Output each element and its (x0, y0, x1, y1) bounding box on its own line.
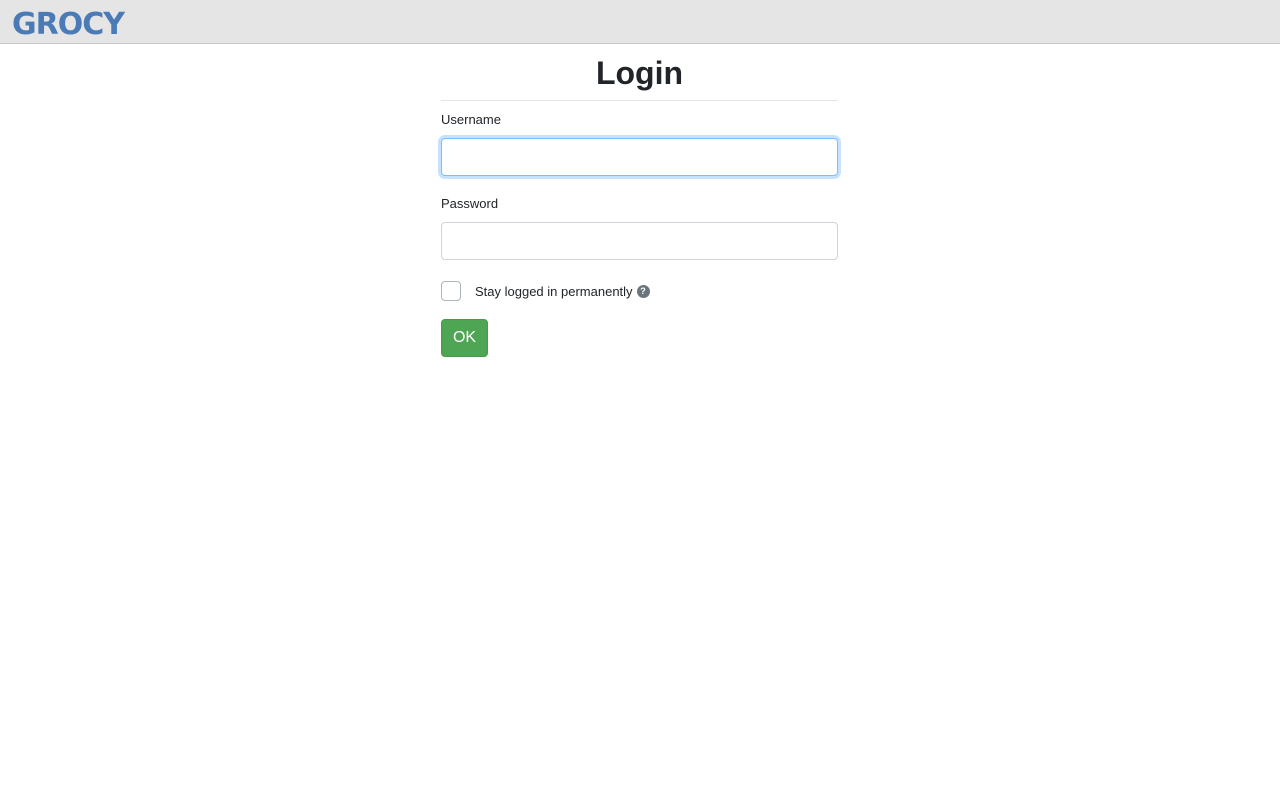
question-circle-icon[interactable]: ? (636, 284, 650, 298)
ok-button[interactable]: OK (441, 319, 488, 357)
stay-logged-in-row: Stay logged in permanently ? (441, 281, 838, 301)
top-navbar: GROCY (0, 0, 1280, 44)
stay-logged-in-checkbox[interactable] (441, 281, 461, 301)
grocy-logo[interactable]: GROCY (12, 4, 126, 40)
username-label: Username (441, 112, 501, 127)
logo-text: GROCY (12, 7, 126, 40)
password-input[interactable] (441, 222, 838, 260)
password-label: Password (441, 196, 499, 211)
page-title: Login (441, 44, 838, 101)
login-form: Login Username Password Stay logged in p… (441, 44, 838, 357)
stay-logged-in-label[interactable]: Stay logged in permanently (475, 284, 633, 299)
username-input[interactable] (441, 138, 838, 176)
